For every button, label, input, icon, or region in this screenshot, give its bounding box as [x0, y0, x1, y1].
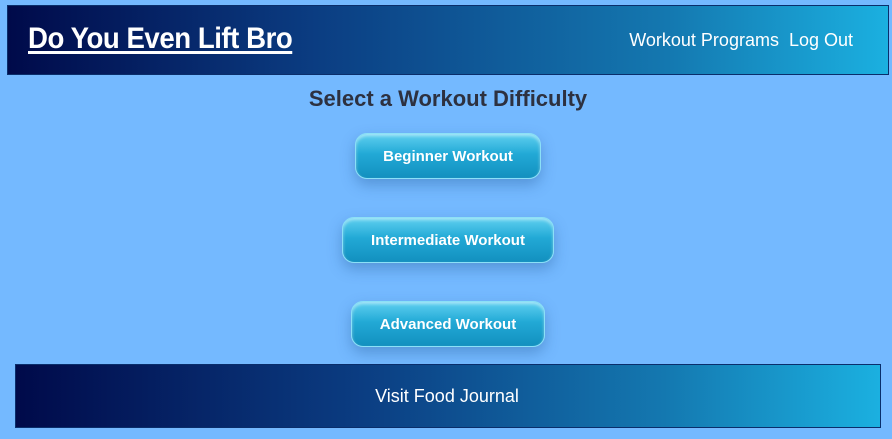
advanced-workout-button[interactable]: Advanced Workout: [351, 301, 545, 347]
food-journal-banner[interactable]: Visit Food Journal: [15, 364, 881, 428]
top-nav: Workout Programs Log Out: [629, 30, 853, 51]
food-journal-link[interactable]: Visit Food Journal: [375, 386, 519, 407]
nav-link-workout-programs[interactable]: Workout Programs: [629, 30, 779, 51]
beginner-workout-button[interactable]: Beginner Workout: [355, 133, 541, 179]
nav-link-log-out[interactable]: Log Out: [789, 30, 853, 51]
intermediate-workout-button[interactable]: Intermediate Workout: [342, 217, 554, 263]
page: Do You Even Lift Bro Workout Programs Lo…: [0, 0, 892, 439]
header-bar: Do You Even Lift Bro Workout Programs Lo…: [7, 5, 889, 75]
brand-link[interactable]: Do You Even Lift Bro: [28, 22, 293, 56]
page-title: Select a Workout Difficulty: [308, 86, 588, 111]
